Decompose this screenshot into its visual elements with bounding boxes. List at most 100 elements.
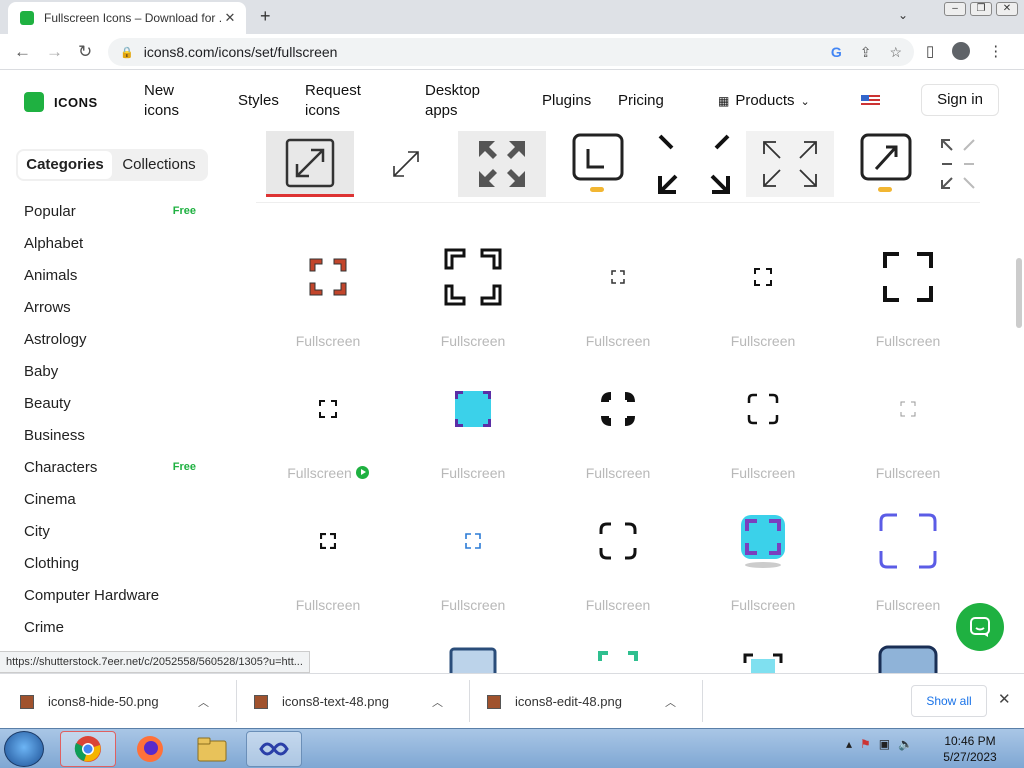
style-arrows-out-icon[interactable] — [458, 131, 546, 197]
chat-support-button[interactable] — [956, 603, 1004, 651]
icons8-logo[interactable]: ICONS — [24, 92, 98, 112]
style-multi-arrows-icon[interactable] — [938, 131, 978, 197]
bookmark-star-icon[interactable]: ☆ — [889, 44, 902, 61]
category-item[interactable]: Alphabet — [24, 235, 200, 252]
category-item[interactable]: Astrology — [24, 331, 200, 348]
chevron-up-icon[interactable]: ︿ — [432, 694, 443, 710]
style-expand-rounded-icon[interactable] — [842, 131, 930, 197]
category-item[interactable]: Crime — [24, 619, 200, 636]
firefox-taskbar-icon[interactable] — [122, 731, 178, 767]
icon-card[interactable]: Fullscreen — [693, 369, 833, 499]
google-lens-icon[interactable]: G — [831, 44, 842, 61]
volume-muted-icon[interactable]: 🔈 — [898, 737, 913, 751]
category-item[interactable]: Popular Free — [24, 203, 200, 220]
forward-icon[interactable]: → — [46, 42, 63, 62]
chevron-up-icon[interactable]: ︿ — [198, 694, 209, 710]
icon-card[interactable] — [403, 647, 543, 673]
icon-card[interactable]: Fullscreen — [403, 237, 543, 367]
nav-desktop-apps[interactable]: Desktop apps — [425, 81, 495, 121]
icon-label: Fullscreen — [730, 597, 796, 613]
windows-start-icon[interactable] — [4, 731, 44, 767]
icon-card[interactable]: Fullscreen — [548, 369, 688, 499]
file-explorer-taskbar-icon[interactable] — [184, 731, 240, 767]
share-icon[interactable]: ⇪ — [860, 44, 872, 61]
category-item[interactable]: Animals — [24, 267, 200, 284]
style-diagonal-expand-icon[interactable] — [362, 131, 450, 197]
category-label: Cinema — [24, 491, 76, 508]
icon-label: Fullscreen — [585, 333, 651, 349]
category-item[interactable]: Beauty — [24, 395, 200, 412]
icon-card[interactable]: Fullscreen — [693, 501, 833, 631]
action-center-flag-icon[interactable]: ⚑ — [860, 737, 871, 751]
window-close-icon[interactable]: ✕ — [996, 2, 1018, 16]
tab-collections[interactable]: Collections — [112, 151, 206, 179]
minimize-icon[interactable]: – — [944, 2, 966, 16]
show-all-downloads-button[interactable]: Show all — [911, 685, 987, 717]
icon-card[interactable]: Fullscreen — [258, 501, 398, 631]
chat-bubble-icon — [970, 617, 990, 637]
back-icon[interactable]: ← — [14, 42, 31, 62]
page-scrollbar-thumb[interactable] — [1016, 258, 1022, 328]
nav-plugins[interactable]: Plugins — [542, 91, 591, 111]
style-expand-square-icon[interactable] — [266, 131, 354, 197]
icon-card[interactable]: Fullscreen — [258, 369, 398, 499]
us-flag-icon[interactable] — [861, 95, 880, 107]
category-item[interactable]: Baby — [24, 363, 200, 380]
tab-categories[interactable]: Categories — [18, 151, 112, 179]
style-corner-square-icon[interactable] — [554, 131, 642, 197]
icon-label: Fullscreen — [875, 465, 941, 481]
fullscreen-icon — [548, 369, 688, 449]
nav-pricing[interactable]: Pricing — [618, 91, 664, 111]
reload-icon[interactable]: ↻ — [78, 42, 92, 62]
nav-request-icons[interactable]: Request icons — [305, 81, 385, 121]
chrome-taskbar-icon[interactable] — [60, 731, 116, 767]
category-item[interactable]: Computer Hardware — [24, 587, 200, 604]
download-item[interactable]: icons8-text-48.png ︿ — [234, 674, 470, 729]
category-item[interactable]: Cinema — [24, 491, 200, 508]
system-clock[interactable]: 10:46 PM 5/27/2023 — [930, 733, 1010, 765]
download-item[interactable]: icons8-hide-50.png ︿ — [0, 674, 236, 729]
icon-card[interactable]: Fullscreen — [548, 237, 688, 367]
category-item[interactable]: Business — [24, 427, 200, 444]
chevron-up-icon[interactable]: ︿ — [665, 694, 676, 710]
icon-card[interactable]: Fullscreen — [838, 237, 978, 367]
nav-new-icons[interactable]: New icons — [144, 81, 204, 121]
icon-card[interactable]: Fullscreen — [548, 501, 688, 631]
sign-in-button[interactable]: Sign in — [921, 84, 999, 116]
icon-label: Fullscreen — [875, 597, 941, 613]
nav-styles[interactable]: Styles — [238, 91, 279, 111]
icon-card[interactable]: Fullscreen — [838, 369, 978, 499]
icon-card[interactable] — [693, 653, 833, 673]
category-item[interactable]: Characters Free — [24, 459, 200, 476]
restore-icon[interactable]: ❐ — [970, 2, 992, 16]
icon-card[interactable]: Fullscreen — [258, 237, 398, 367]
show-hidden-icons-icon[interactable]: ▴ — [846, 737, 852, 751]
category-item[interactable]: City — [24, 523, 200, 540]
icon-card[interactable]: Fullscreen — [403, 501, 543, 631]
download-item[interactable]: icons8-edit-48.png ︿ — [467, 674, 703, 729]
tab-search-chevron-icon[interactable]: ⌄ — [898, 8, 908, 22]
icon-card[interactable]: Fullscreen — [838, 501, 978, 631]
category-item[interactable]: Arrows — [24, 299, 200, 316]
network-icon[interactable]: ▣ — [879, 737, 890, 751]
url-text[interactable]: icons8.com/icons/set/fullscreen — [144, 44, 338, 60]
browser-menu-icon[interactable]: ⋮ — [988, 42, 1003, 60]
style-bold-arrows-icon[interactable] — [650, 131, 738, 197]
new-tab-icon[interactable]: + — [260, 6, 271, 27]
address-bar[interactable]: 🔒 icons8.com/icons/set/fullscreen G ⇪ ☆ — [108, 38, 914, 66]
side-panel-icon[interactable]: ▯ — [926, 42, 934, 60]
profile-avatar-icon[interactable] — [952, 42, 971, 60]
lock-icon[interactable]: 🔒 — [120, 46, 134, 59]
close-downloads-icon[interactable]: ✕ — [998, 690, 1011, 708]
style-thin-arrows-icon[interactable] — [746, 131, 834, 197]
category-item[interactable]: Clothing — [24, 555, 200, 572]
icon-card[interactable] — [838, 645, 978, 673]
tab-close-icon[interactable]: ✕ — [222, 10, 238, 26]
icon-card[interactable] — [548, 651, 688, 673]
nav-products[interactable]: ▦ Products ⌄ — [718, 91, 810, 112]
browser-tab[interactable]: Fullscreen Icons – Download for ... ✕ — [8, 2, 246, 34]
icon-card[interactable]: Fullscreen — [403, 369, 543, 499]
icon-card[interactable]: Fullscreen — [693, 237, 833, 367]
icon-label: Fullscreen — [295, 597, 361, 613]
app-taskbar-icon[interactable] — [246, 731, 302, 767]
